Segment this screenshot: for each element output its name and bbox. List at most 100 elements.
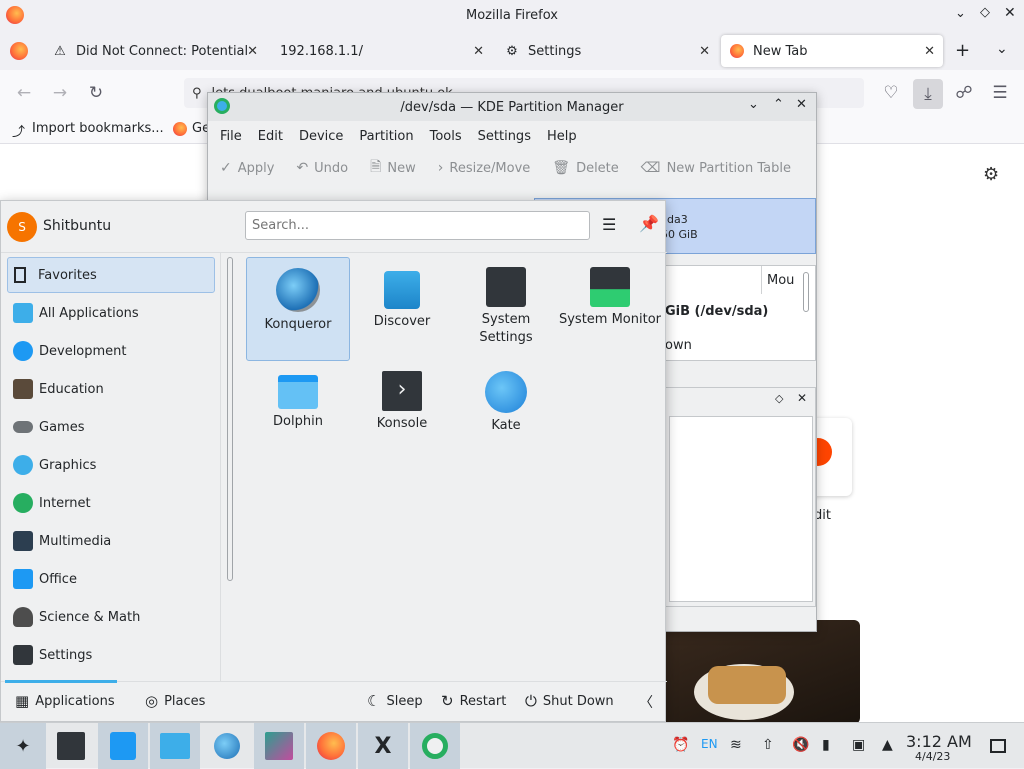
table-row[interactable]: GiB (/dev/sda)	[665, 304, 768, 319]
close-tab-icon[interactable]: ✕	[473, 44, 484, 59]
close-tab-icon[interactable]: ✕	[699, 44, 710, 59]
taskbar-system-settings[interactable]	[46, 723, 96, 769]
display-icon[interactable]: ▣	[852, 737, 865, 753]
new-button[interactable]: 🗎 New	[370, 156, 416, 180]
category-multimedia[interactable]: Multimedia	[7, 523, 215, 559]
menu-icon[interactable]: ☰	[986, 79, 1014, 107]
category-favorites[interactable]: Favorites	[7, 257, 215, 293]
scrollbar[interactable]	[803, 272, 809, 312]
tab-settings[interactable]: ⚙ Settings ✕	[496, 35, 718, 67]
category-label: Internet	[39, 495, 91, 511]
apply-button[interactable]: ✓ Apply	[220, 160, 274, 176]
back-icon[interactable]: ←	[10, 79, 38, 107]
menu-help[interactable]: Help	[539, 129, 585, 144]
tab-label: Did Not Connect: Potential	[76, 43, 249, 59]
close-panel-icon[interactable]: ✕	[797, 391, 807, 405]
new-partition-table-button[interactable]: ⌫ New Partition Table	[641, 160, 791, 176]
pocket-icon[interactable]: ♡	[877, 79, 905, 107]
network-icon[interactable]: ≋	[730, 737, 742, 753]
partition-bar-label: da3	[667, 213, 688, 226]
app-konsole[interactable]: › Konsole	[350, 361, 454, 465]
app-kate[interactable]: Kate	[454, 361, 558, 465]
user-name[interactable]: Shitbuntu	[43, 218, 111, 234]
category-education[interactable]: Education	[7, 371, 215, 407]
maximize-icon[interactable]: ⌃	[773, 97, 784, 112]
clock-time[interactable]: 3:12 AM	[906, 732, 972, 751]
configure-icon[interactable]: ☰	[602, 215, 616, 234]
applications-tab-underline	[5, 680, 117, 683]
search-input[interactable]	[245, 211, 590, 240]
app-system-monitor[interactable]: System Monitor	[558, 257, 662, 361]
menu-edit[interactable]: Edit	[250, 129, 291, 144]
taskbar-x-app[interactable]: X	[358, 723, 408, 769]
tab-new-tab[interactable]: New Tab ✕	[721, 35, 943, 67]
taskbar-kate[interactable]	[254, 723, 304, 769]
page-settings-icon[interactable]: ⚙	[983, 164, 999, 185]
updates-icon[interactable]: ⇧	[762, 737, 774, 753]
app-system-settings[interactable]: System Settings	[454, 257, 558, 361]
new-tab-icon[interactable]: +	[955, 40, 970, 61]
category-games[interactable]: Games	[7, 409, 215, 445]
table-row[interactable]: own	[665, 338, 692, 353]
float-icon[interactable]: ◇	[775, 392, 783, 405]
close-tab-icon[interactable]: ✕	[924, 44, 935, 59]
delete-button[interactable]: 🗑 Delete	[552, 160, 619, 176]
category-science-math[interactable]: Science & Math	[7, 599, 215, 635]
category-office[interactable]: Office	[7, 561, 215, 597]
category-graphics[interactable]: Graphics	[7, 447, 215, 483]
tab-applications[interactable]: ▦ Applications	[15, 692, 115, 710]
tab-places[interactable]: ◎ Places	[145, 692, 205, 710]
category-settings[interactable]: Settings	[7, 637, 215, 673]
category-all-applications[interactable]: All Applications	[7, 295, 215, 331]
menu-device[interactable]: Device	[291, 129, 351, 144]
app-konqueror[interactable]: Konqueror	[246, 257, 350, 361]
keyboard-layout[interactable]: EN	[701, 737, 718, 751]
list-tabs-icon[interactable]: ⌄	[996, 41, 1008, 57]
avatar[interactable]: S	[7, 212, 37, 242]
volume-muted-icon[interactable]: 🔇	[792, 737, 809, 753]
back-icon[interactable]: 〈	[639, 692, 653, 712]
clock-date[interactable]: 4/4/23	[915, 750, 950, 763]
close-tab-icon[interactable]: ✕	[247, 44, 258, 59]
app-dolphin[interactable]: Dolphin	[246, 361, 350, 465]
menu-partition[interactable]: Partition	[351, 129, 421, 144]
minimize-icon[interactable]: ⌄	[748, 97, 759, 112]
close-icon[interactable]: ✕	[796, 97, 807, 112]
taskbar-firefox[interactable]	[306, 723, 356, 769]
column-mount-header[interactable]: Mou	[767, 273, 794, 288]
taskbar-discover[interactable]	[98, 723, 148, 769]
menu-settings[interactable]: Settings	[470, 129, 539, 144]
maximize-icon[interactable]: ◇	[980, 5, 990, 20]
story-image[interactable]	[660, 620, 860, 724]
taskbar-dolphin[interactable]	[150, 723, 200, 769]
menu-tools[interactable]: Tools	[422, 129, 470, 144]
resize-move-button[interactable]: › Resize/Move	[438, 160, 531, 176]
forward-icon[interactable]: →	[46, 79, 74, 107]
downloads-icon[interactable]: ⤓	[913, 79, 943, 109]
pin-icon[interactable]: 📌	[639, 214, 659, 233]
category-internet[interactable]: Internet	[7, 485, 215, 521]
category-development[interactable]: Development	[7, 333, 215, 369]
import-bookmarks-link[interactable]: Import bookmarks...	[32, 121, 164, 136]
tab-router[interactable]: 192.168.1.1/ ✕	[270, 35, 492, 67]
expand-tray-icon[interactable]: ▲	[882, 737, 893, 753]
alarm-icon[interactable]: ⏰	[672, 737, 689, 753]
minimize-icon[interactable]: ⌄	[955, 6, 966, 21]
menu-file[interactable]: File	[212, 129, 250, 144]
app-discover[interactable]: Discover	[350, 257, 454, 361]
sidebar-scrollbar[interactable]	[227, 257, 233, 581]
reload-icon[interactable]: ↻	[82, 79, 110, 107]
taskbar-konqueror[interactable]	[202, 723, 252, 769]
restart-button[interactable]: ↻ Restart	[441, 692, 506, 710]
close-icon[interactable]: ✕	[1004, 5, 1016, 21]
tab-did-not-connect[interactable]: ⚠ Did Not Connect: Potential ✕	[44, 35, 266, 67]
undo-button[interactable]: ↶ Undo	[296, 160, 348, 176]
taskbar-partition-manager[interactable]	[410, 723, 460, 769]
firefox-view-icon[interactable]	[10, 42, 28, 60]
usb-icon[interactable]: ▮	[822, 737, 830, 753]
launcher-button[interactable]: ✦	[0, 723, 46, 769]
show-desktop-icon[interactable]	[990, 739, 1006, 753]
extensions-icon[interactable]: ☍	[950, 79, 978, 107]
sleep-button[interactable]: ☾ Sleep	[367, 692, 423, 710]
shutdown-button[interactable]: ⏻ Shut Down	[525, 692, 614, 710]
